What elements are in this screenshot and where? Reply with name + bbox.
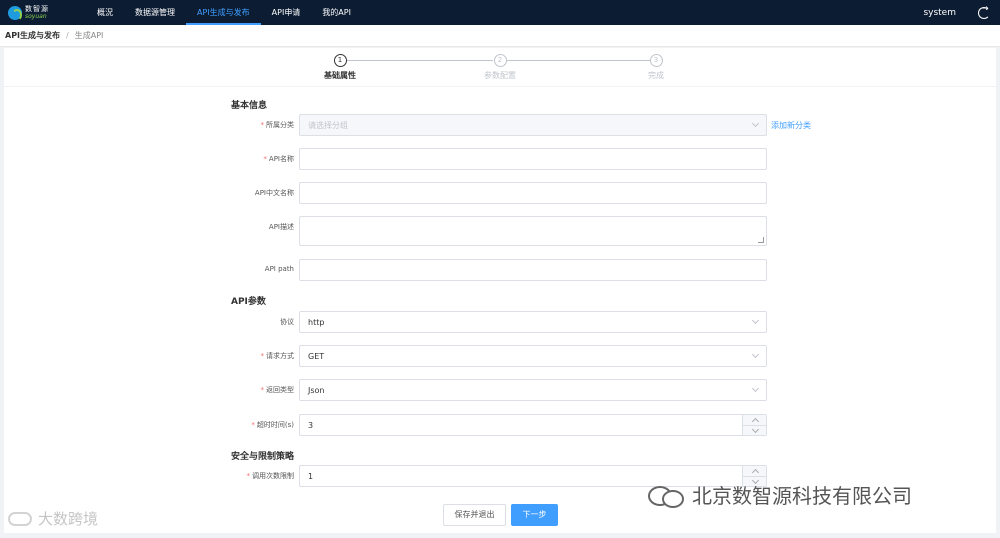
- decrement-icon[interactable]: [743, 425, 767, 435]
- row-api-cn-name: API中文名称: [4, 182, 996, 204]
- chevron-down-icon: [751, 316, 760, 325]
- step-number: 3: [649, 54, 663, 67]
- api-cn-name-label: API中文名称: [254, 189, 294, 197]
- category-placeholder: 请选择分组: [308, 121, 348, 130]
- timeout-stepper[interactable]: 3: [299, 414, 767, 436]
- row-return-type: * 返回类型 Json: [4, 379, 996, 401]
- step-number: 1: [333, 54, 347, 67]
- required-mark: *: [260, 352, 265, 360]
- breadcrumb: API生成与发布 / 生成API: [0, 25, 1000, 47]
- save-exit-button[interactable]: 保存并退出: [443, 504, 506, 526]
- logo-icon: [8, 5, 22, 21]
- protocol-label: 协议: [280, 318, 294, 326]
- category-label: 所属分类: [266, 121, 294, 129]
- required-mark: *: [263, 155, 267, 163]
- step-label: 参数配置: [484, 71, 516, 80]
- api-path-input[interactable]: [299, 259, 767, 281]
- chevron-down-icon: [751, 350, 760, 359]
- section-title-params: API参数: [231, 297, 266, 307]
- return-type-label: 返回类型: [266, 386, 294, 394]
- watermark-left-text: 大数跨境: [38, 510, 99, 528]
- step-connector: [347, 60, 493, 61]
- method-label: 请求方式: [266, 352, 294, 360]
- required-mark: *: [260, 121, 265, 129]
- section-title-basic: 基本信息: [231, 101, 268, 111]
- wechat-icon: [648, 484, 684, 508]
- nav-item-overview[interactable]: 概況: [86, 0, 124, 25]
- section-title-security: 安全与限制策略: [231, 452, 295, 462]
- protocol-select[interactable]: http: [299, 311, 767, 333]
- return-type-select[interactable]: Json: [299, 379, 767, 401]
- chevron-down-icon: [751, 384, 760, 393]
- protocol-value: http: [308, 318, 325, 327]
- row-api-name: * API名称: [4, 148, 996, 170]
- required-mark: *: [246, 472, 251, 480]
- chevron-down-icon: [751, 119, 760, 128]
- step-1: 1 基础属性: [324, 54, 356, 81]
- step-label: 基础属性: [324, 71, 356, 80]
- api-path-label: API path: [264, 265, 294, 273]
- nav-item-api-generate[interactable]: API生成与发布: [186, 0, 261, 25]
- row-protocol: 协议 http: [4, 311, 996, 333]
- logo-cn-text: 数智源: [25, 4, 49, 13]
- resize-handle-icon[interactable]: [758, 237, 764, 243]
- method-select[interactable]: GET: [299, 345, 767, 367]
- step-number: 2: [493, 54, 507, 67]
- watermark-right: 北京数智源科技有限公司: [648, 480, 912, 509]
- nav-menu: 概況 数据源管理 API生成与发布 API申请 我的API: [86, 0, 362, 25]
- step-connector: [506, 60, 652, 61]
- user-name[interactable]: system: [923, 8, 956, 18]
- increment-icon[interactable]: [743, 466, 767, 476]
- watermark-left: 大数跨境: [8, 508, 98, 529]
- call-limit-label: 调用次数限制: [252, 472, 294, 480]
- api-desc-textarea[interactable]: [299, 216, 767, 246]
- row-timeout: * 超时时间(s) 3: [4, 414, 996, 436]
- api-desc-label: API描述: [268, 223, 294, 231]
- method-value: GET: [308, 352, 325, 361]
- timeout-value: 3: [308, 421, 314, 430]
- increment-icon[interactable]: [743, 415, 767, 425]
- required-mark: *: [260, 386, 265, 394]
- steps-bar: 1 基础属性 2 参数配置 3 完成: [4, 48, 996, 86]
- form-panel: 基本信息 * 所属分类 请选择分组 添加新分类 * API名称 API中文名称 AP…: [4, 87, 996, 533]
- api-cn-name-input[interactable]: [299, 182, 767, 204]
- row-method: * 请求方式 GET: [4, 345, 996, 367]
- call-limit-value: 1: [308, 472, 314, 481]
- logo-en-text: soyuan: [25, 12, 47, 20]
- required-mark: *: [251, 421, 255, 429]
- api-name-input[interactable]: [299, 148, 767, 170]
- step-label: 完成: [648, 71, 664, 80]
- category-select[interactable]: 请选择分组: [299, 114, 767, 136]
- breadcrumb-separator: /: [66, 31, 69, 40]
- api-name-label: API名称: [268, 155, 294, 163]
- step-2: 2 参数配置: [480, 54, 520, 81]
- add-category-link[interactable]: 添加新分类: [771, 120, 811, 131]
- return-type-value: Json: [308, 386, 325, 395]
- nav-item-my-api[interactable]: 我的API: [311, 0, 362, 25]
- row-category: * 所属分类 请选择分组 添加新分类: [4, 114, 996, 136]
- step-3: 3 完成: [644, 54, 668, 81]
- breadcrumb-root[interactable]: API生成与发布: [5, 30, 60, 41]
- logo[interactable]: 数智源 soyuan: [0, 0, 86, 25]
- nav-item-api-apply[interactable]: API申请: [261, 0, 312, 25]
- row-api-path: API path: [4, 259, 996, 281]
- breadcrumb-current: 生成API: [74, 31, 104, 40]
- next-step-button[interactable]: 下一步: [511, 504, 558, 526]
- logout-icon[interactable]: [978, 4, 990, 19]
- timeout-label: 超时时间(s): [256, 421, 294, 429]
- row-api-desc: API描述: [4, 216, 996, 246]
- nav-item-datasource[interactable]: 数据源管理: [124, 0, 186, 25]
- top-nav: 数智源 soyuan 概況 数据源管理 API生成与发布 API申请 我的API…: [0, 0, 1000, 25]
- watermark-right-text: 北京数智源科技有限公司: [692, 484, 912, 508]
- watermark-logo-icon: [8, 511, 32, 526]
